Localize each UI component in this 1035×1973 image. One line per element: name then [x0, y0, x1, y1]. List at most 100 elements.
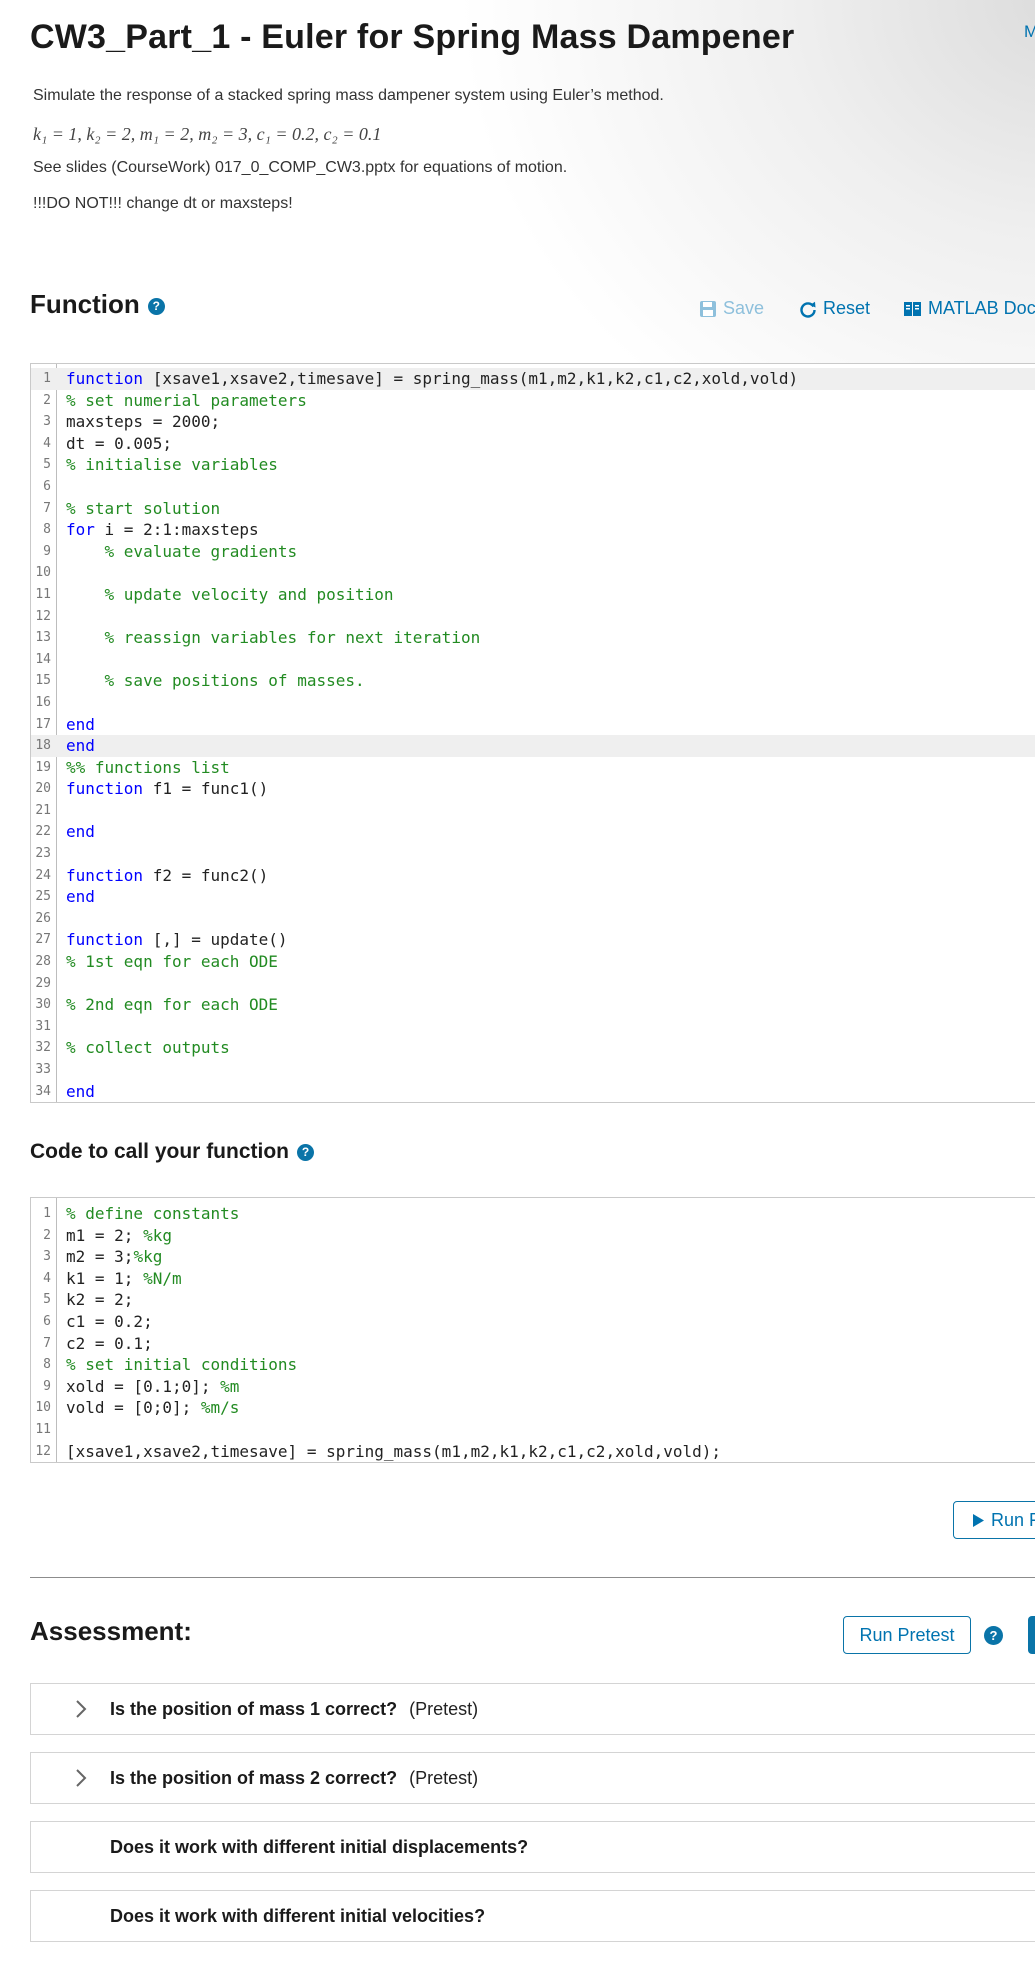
assessment-item-mass1[interactable]: Is the position of mass 1 correct? (Prete…: [30, 1683, 1035, 1735]
line-number: 16: [35, 694, 51, 710]
matlab-docs-link[interactable]: MATLAB Doc: [903, 298, 1035, 319]
code-line[interactable]: 27 function [,] = update(): [31, 929, 1035, 951]
code-line[interactable]: 28 % 1st eqn for each ODE: [31, 951, 1035, 973]
line-number: 12: [35, 1443, 51, 1459]
line-number: 7: [43, 1335, 51, 1351]
chevron-right-icon[interactable]: [71, 1697, 91, 1721]
code-line[interactable]: 9 xold = [0.1;0]; %m: [31, 1376, 1035, 1398]
code-line[interactable]: 11: [31, 1419, 1035, 1441]
code-line[interactable]: 14: [31, 649, 1035, 671]
line-number: 1: [43, 1206, 51, 1221]
code-line[interactable]: 7 % start solution: [31, 498, 1035, 520]
play-icon: [973, 1513, 984, 1527]
code-text: vold = [0;0]; %m/s: [66, 1398, 240, 1418]
code-line[interactable]: 25 end: [31, 886, 1035, 908]
code-line[interactable]: 2 m1 = 2; %kg: [31, 1225, 1035, 1247]
code-line[interactable]: 3 maxsteps = 2000;: [31, 411, 1035, 433]
code-line[interactable]: 17 end: [31, 714, 1035, 736]
assessment-item-velocities[interactable]: Does it work with different initial velo…: [30, 1890, 1035, 1942]
code-line[interactable]: 6: [31, 476, 1035, 498]
code-line[interactable]: 9 % evaluate gradients: [31, 541, 1035, 563]
code-line[interactable]: 29: [31, 973, 1035, 995]
reset-label: Reset: [823, 298, 871, 318]
code-line[interactable]: 23: [31, 843, 1035, 865]
line-number: 25: [35, 889, 51, 905]
line-number: 18: [35, 738, 51, 754]
code-line[interactable]: 8 % set initial conditions: [31, 1354, 1035, 1376]
description-line-2: See slides (CourseWork) 017_0_COMP_CW3.p…: [33, 159, 568, 176]
call-code-editor[interactable]: 1 % define constants 2 m1 = 2; %kg 3 m2 = 3;%…: [30, 1197, 1035, 1463]
code-text: % evaluate gradients: [104, 541, 298, 561]
run-pretest-button[interactable]: Run Pretest: [843, 1616, 971, 1654]
help-icon[interactable]: ?: [297, 1143, 315, 1161]
line-number: 31: [35, 1018, 51, 1034]
code-line[interactable]: 32 % collect outputs: [31, 1037, 1035, 1059]
code-line[interactable]: 1 function [xsave1,xsave2,timesave] = spr…: [31, 368, 1035, 390]
code-line[interactable]: 34 end: [31, 1081, 1035, 1103]
help-icon[interactable]: ?: [984, 1626, 1003, 1645]
code-line[interactable]: 21: [31, 800, 1035, 822]
save-label: Save: [723, 298, 765, 318]
run-function-button[interactable]: Run F: [953, 1501, 1035, 1539]
code-text: m1 = 2; %kg: [66, 1225, 172, 1245]
code-line[interactable]: 22 end: [31, 821, 1035, 843]
code-text: dt = 0.005;: [66, 433, 172, 453]
code-line[interactable]: 33: [31, 1059, 1035, 1081]
code-text: c2 = 0.1;: [66, 1333, 153, 1353]
code-text: [xsave1,xsave2,timesave] = spring_mass(m…: [66, 1441, 722, 1461]
code-line[interactable]: 26: [31, 908, 1035, 930]
call-code-heading: Code to call your function?: [30, 1140, 315, 1164]
reset-button[interactable]: Reset: [799, 298, 870, 319]
function-code-editor[interactable]: 1 function [xsave1,xsave2,timesave] = spr…: [30, 363, 1035, 1103]
chevron-right-icon[interactable]: [71, 1766, 91, 1790]
code-text: function f1 = func1(): [66, 779, 269, 799]
code-line[interactable]: 4 dt = 0.005;: [31, 433, 1035, 455]
line-number: 19: [35, 759, 51, 775]
code-text: k1 = 1; %N/m: [66, 1268, 182, 1288]
code-line[interactable]: 30 % 2nd eqn for each ODE: [31, 994, 1035, 1016]
code-line[interactable]: 13 % reassign variables for next iterati…: [31, 627, 1035, 649]
code-line[interactable]: 10: [31, 562, 1035, 584]
code-line[interactable]: 5 k2 = 2;: [31, 1289, 1035, 1311]
page: CW3_Part_1 - Euler for Spring Mass Dampe…: [0, 0, 1035, 1973]
code-line[interactable]: 15 % save positions of masses.: [31, 670, 1035, 692]
line-number: 5: [43, 457, 51, 473]
code-line[interactable]: 12: [31, 606, 1035, 628]
code-line[interactable]: 11 % update velocity and position: [31, 584, 1035, 606]
submit-button[interactable]: [1028, 1616, 1035, 1654]
code-line[interactable]: 20 function f1 = func1(): [31, 778, 1035, 800]
code-line[interactable]: 10 vold = [0;0]; %m/s: [31, 1397, 1035, 1419]
assessment-item-mass2[interactable]: Is the position of mass 2 correct? (Prete…: [30, 1752, 1035, 1804]
save-button[interactable]: Save: [699, 298, 764, 319]
code-line[interactable]: 1 % define constants: [31, 1203, 1035, 1225]
code-text: c1 = 0.2;: [66, 1311, 153, 1331]
code-line[interactable]: 16: [31, 692, 1035, 714]
code-line[interactable]: 4 k1 = 1; %N/m: [31, 1268, 1035, 1290]
line-number: 9: [43, 543, 51, 559]
line-number: 7: [43, 500, 51, 516]
code-text: % 1st eqn for each ODE: [66, 952, 278, 972]
assessment-item-label: Does it work with different initial velo…: [110, 1906, 486, 1926]
help-icon[interactable]: ?: [147, 297, 165, 315]
top-right-link[interactable]: M: [1024, 22, 1035, 42]
matlab-docs-label: MATLAB Doc: [928, 298, 1035, 318]
code-line[interactable]: 2 % set numerial parameters: [31, 390, 1035, 412]
line-number: 24: [35, 867, 51, 883]
code-text: % set numerial parameters: [66, 390, 307, 410]
function-heading-label: Function: [30, 289, 140, 319]
line-number: 12: [35, 608, 51, 624]
code-line[interactable]: 19 %% functions list: [31, 757, 1035, 779]
page-title: CW3_Part_1 - Euler for Spring Mass Dampe…: [30, 18, 795, 56]
code-line[interactable]: 18 end: [31, 735, 1035, 757]
code-line[interactable]: 5 % initialise variables: [31, 454, 1035, 476]
code-text: % initialise variables: [66, 455, 278, 475]
code-line[interactable]: 3 m2 = 3;%kg: [31, 1246, 1035, 1268]
code-line[interactable]: 6 c1 = 0.2;: [31, 1311, 1035, 1333]
code-line[interactable]: 24 function f2 = func2(): [31, 865, 1035, 887]
code-line[interactable]: 12 [xsave1,xsave2,timesave] = spring_mass…: [31, 1441, 1035, 1463]
code-line[interactable]: 7 c2 = 0.1;: [31, 1333, 1035, 1355]
code-line[interactable]: 31: [31, 1016, 1035, 1038]
assessment-item-title: Does it work with different initial disp…: [110, 1837, 528, 1858]
assessment-item-displacements[interactable]: Does it work with different initial disp…: [30, 1821, 1035, 1873]
code-line[interactable]: 8 for i = 2:1:maxsteps: [31, 519, 1035, 541]
